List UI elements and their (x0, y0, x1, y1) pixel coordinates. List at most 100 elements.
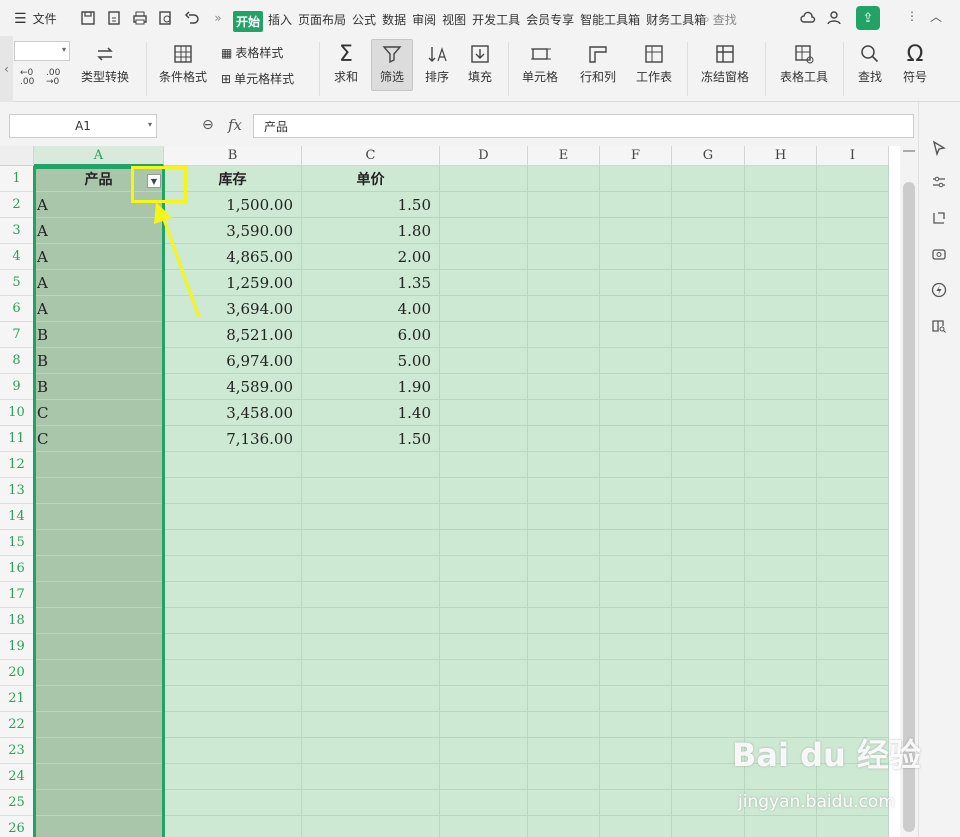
print-icon[interactable] (129, 7, 151, 29)
settings-sliders-icon[interactable] (929, 172, 949, 192)
cell-a24[interactable] (34, 764, 164, 790)
cell-g5[interactable] (672, 270, 745, 296)
row-header-19[interactable]: 19 (0, 634, 34, 660)
column-header-e[interactable]: E (528, 146, 600, 166)
cell-c18[interactable] (302, 608, 440, 634)
cell-e25[interactable] (528, 790, 600, 816)
row-header-16[interactable]: 16 (0, 556, 34, 582)
cell-a18[interactable] (34, 608, 164, 634)
cell-g21[interactable] (672, 686, 745, 712)
cell-g2[interactable] (672, 192, 745, 218)
cell-a20[interactable] (34, 660, 164, 686)
column-header-c[interactable]: C (302, 146, 440, 166)
cell-f16[interactable] (600, 556, 672, 582)
row-header-12[interactable]: 12 (0, 452, 34, 478)
cell-e15[interactable] (528, 530, 600, 556)
cell-d5[interactable] (440, 270, 528, 296)
cell-i19[interactable] (817, 634, 889, 660)
cell-c12[interactable] (302, 452, 440, 478)
cell-d21[interactable] (440, 686, 528, 712)
cell-i9[interactable] (817, 374, 889, 400)
cell-a13[interactable] (34, 478, 164, 504)
name-box[interactable]: A1 ▾ (9, 114, 157, 138)
cell-i17[interactable] (817, 582, 889, 608)
cell-e3[interactable] (528, 218, 600, 244)
more-options-icon[interactable]: ⋮ (906, 9, 918, 23)
cell-d14[interactable] (440, 504, 528, 530)
share-user-icon[interactable] (826, 9, 844, 30)
undo-icon[interactable] (181, 7, 203, 29)
cell-i26[interactable] (817, 816, 889, 837)
row-header-14[interactable]: 14 (0, 504, 34, 530)
cell-f14[interactable] (600, 504, 672, 530)
cell-b25[interactable] (164, 790, 302, 816)
cell-d16[interactable] (440, 556, 528, 582)
cell-f6[interactable] (600, 296, 672, 322)
cell-a3[interactable]: A (34, 218, 164, 244)
print-preview-icon[interactable] (155, 7, 177, 29)
cell-d22[interactable] (440, 712, 528, 738)
cell-d24[interactable] (440, 764, 528, 790)
backup-icon[interactable] (929, 244, 949, 264)
cell-b7[interactable]: 8,521.00 (164, 322, 302, 348)
increase-decimal-button[interactable]: ←0.00 (20, 69, 34, 87)
row-header-9[interactable]: 9 (0, 374, 34, 400)
cell-c25[interactable] (302, 790, 440, 816)
cell-f5[interactable] (600, 270, 672, 296)
cell-g13[interactable] (672, 478, 745, 504)
cell-h17[interactable] (745, 582, 817, 608)
cell-g4[interactable] (672, 244, 745, 270)
cell-c2[interactable]: 1.50 (302, 192, 440, 218)
cell-f21[interactable] (600, 686, 672, 712)
cell-c23[interactable] (302, 738, 440, 764)
cell-f13[interactable] (600, 478, 672, 504)
cell-g14[interactable] (672, 504, 745, 530)
cell-c14[interactable] (302, 504, 440, 530)
ribbon-scroll-left-icon[interactable]: ‹ (0, 36, 13, 102)
cell-h5[interactable] (745, 270, 817, 296)
cell-g12[interactable] (672, 452, 745, 478)
cell-i15[interactable] (817, 530, 889, 556)
worksheet-button[interactable]: 工作表 (630, 40, 678, 85)
tab-smart-toolbox[interactable]: 智能工具箱 (579, 11, 641, 32)
row-header-6[interactable]: 6 (0, 296, 34, 322)
cell-b12[interactable] (164, 452, 302, 478)
cell-c6[interactable]: 4.00 (302, 296, 440, 322)
cell-f18[interactable] (600, 608, 672, 634)
cell-h7[interactable] (745, 322, 817, 348)
cell-c3[interactable]: 1.80 (302, 218, 440, 244)
cell-b26[interactable] (164, 816, 302, 837)
cell-e16[interactable] (528, 556, 600, 582)
cell-i6[interactable] (817, 296, 889, 322)
cell-a8[interactable]: B (34, 348, 164, 374)
cell-a11[interactable]: C (34, 426, 164, 452)
cell-e5[interactable] (528, 270, 600, 296)
cell-e1[interactable] (528, 166, 600, 192)
cell-i13[interactable] (817, 478, 889, 504)
cell-h16[interactable] (745, 556, 817, 582)
cell-c17[interactable] (302, 582, 440, 608)
cell-g3[interactable] (672, 218, 745, 244)
cursor-select-icon[interactable] (929, 138, 949, 158)
cell-b15[interactable] (164, 530, 302, 556)
more-quick-icon[interactable]: » (207, 7, 229, 29)
cell-i4[interactable] (817, 244, 889, 270)
cell-h6[interactable] (745, 296, 817, 322)
sum-button[interactable]: Σ 求和 (327, 40, 365, 85)
cell-d18[interactable] (440, 608, 528, 634)
cell-a26[interactable] (34, 816, 164, 837)
row-header-26[interactable]: 26 (0, 816, 34, 837)
cell-i2[interactable] (817, 192, 889, 218)
cell-d20[interactable] (440, 660, 528, 686)
cell-f26[interactable] (600, 816, 672, 837)
cell-c7[interactable]: 6.00 (302, 322, 440, 348)
cell-a5[interactable]: A (34, 270, 164, 296)
cell-f24[interactable] (600, 764, 672, 790)
cell-c1[interactable]: 单价 (302, 166, 440, 192)
row-header-1[interactable]: 1 (0, 166, 34, 192)
cell-a9[interactable]: B (34, 374, 164, 400)
tab-insert[interactable]: 插入 (267, 11, 293, 32)
cloud-icon[interactable] (799, 9, 817, 30)
cell-f4[interactable] (600, 244, 672, 270)
cell-f8[interactable] (600, 348, 672, 374)
